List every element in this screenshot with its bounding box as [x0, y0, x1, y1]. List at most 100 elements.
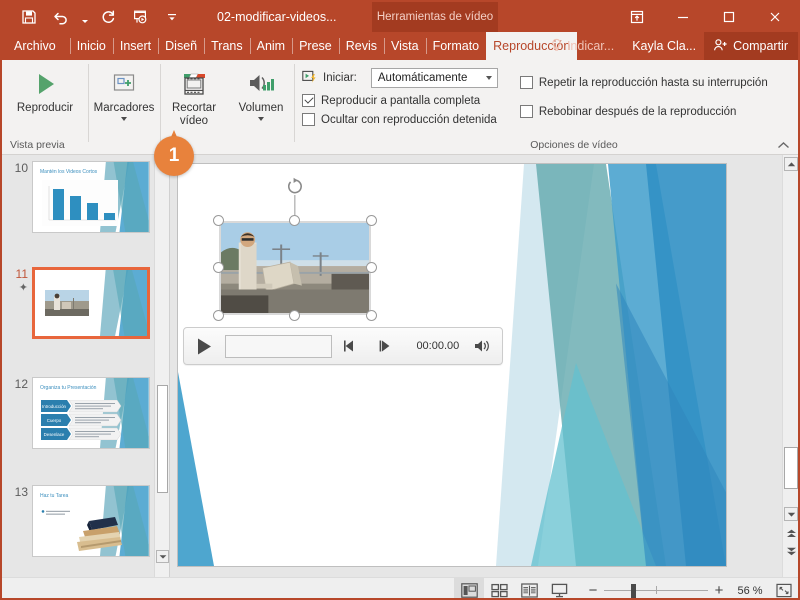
person-add-icon: [713, 38, 728, 55]
tab-archivo[interactable]: Archivo: [2, 32, 70, 60]
zoom-out-button[interactable]: −: [582, 578, 604, 598]
loop-checkbox[interactable]: [519, 76, 533, 89]
thumbnail-scrollbar[interactable]: [154, 155, 169, 577]
rewind-checkbox[interactable]: [519, 105, 533, 118]
reading-view-button[interactable]: [514, 578, 544, 598]
document-title: 02-modificar-videos...: [217, 10, 337, 24]
resize-handle-bl[interactable]: [213, 310, 224, 321]
undo-dropdown-icon[interactable]: [78, 5, 91, 29]
resize-handle-br[interactable]: [366, 310, 377, 321]
slide-decoration: [99, 270, 147, 336]
slide-thumbnail-pane[interactable]: 10 Mantén los Videos Cortos 11 ✦ 12 Orga…: [2, 155, 170, 577]
hide-when-stopped-checkbox[interactable]: [302, 113, 315, 126]
slideshow-button[interactable]: [544, 578, 574, 598]
close-icon[interactable]: [752, 2, 798, 32]
video-thumbnail-frame[interactable]: [219, 221, 371, 315]
resize-handle-tc[interactable]: [289, 215, 300, 226]
tab-diseno[interactable]: Diseñ: [158, 32, 204, 60]
bookmarks-button[interactable]: Marcadores: [88, 60, 160, 121]
slide-vertical-scrollbar[interactable]: [782, 155, 798, 577]
media-previous-frame-button[interactable]: [332, 339, 368, 353]
tab-vista[interactable]: Vista: [384, 32, 426, 60]
svg-text:Cuerpo: Cuerpo: [47, 418, 62, 423]
fullscreen-label: Reproducir a pantalla completa: [321, 94, 481, 107]
fullscreen-checkbox[interactable]: [302, 94, 315, 107]
zoom-slider-midpoint: [656, 586, 657, 594]
customize-qat-icon[interactable]: [157, 5, 187, 29]
redo-icon[interactable]: [93, 5, 123, 29]
start-slideshow-icon[interactable]: [125, 5, 155, 29]
scroll-up-button[interactable]: [784, 157, 798, 171]
rewind-label: Rebobinar después de la reproducción: [538, 105, 737, 118]
zoom-percentage[interactable]: 56 %: [730, 585, 770, 597]
save-icon[interactable]: [14, 5, 44, 29]
resize-handle-tr[interactable]: [366, 215, 377, 226]
zoom-slider[interactable]: [604, 578, 708, 598]
resize-handle-bc[interactable]: [289, 310, 300, 321]
volume-button[interactable]: Volumen: [228, 60, 294, 121]
media-play-button[interactable]: [184, 337, 225, 356]
undo-icon[interactable]: [46, 5, 76, 29]
fullscreen-checkbox-row[interactable]: Reproducir a pantalla completa: [302, 94, 498, 107]
quick-access-toolbar: [2, 5, 187, 29]
maximize-icon[interactable]: [706, 2, 752, 32]
share-button[interactable]: Compartir: [704, 32, 798, 60]
account-name[interactable]: Kayla Cla...: [624, 39, 704, 53]
ribbon-group-opciones-video: Iniciar: Automáticamente Reproducir a pa…: [294, 60, 798, 154]
resize-handle-ml[interactable]: [213, 262, 224, 273]
thumbnail-slide-12[interactable]: 12 Organiza tu Presentación Introducción…: [6, 377, 150, 449]
tab-animaciones[interactable]: Anim: [249, 32, 292, 60]
resize-handle-tl[interactable]: [213, 215, 224, 226]
minimize-icon[interactable]: [660, 2, 706, 32]
scrollbar-thumb[interactable]: [784, 447, 798, 489]
thumbnail-frame[interactable]: [32, 267, 150, 339]
start-dropdown[interactable]: Automáticamente: [370, 68, 498, 88]
tab-inicio[interactable]: Inicio: [69, 32, 113, 60]
tab-revisar[interactable]: Revis: [338, 32, 384, 60]
animation-star-icon[interactable]: ✦: [19, 281, 32, 294]
thumbnail-slide-10[interactable]: 10 Mantén los Videos Cortos: [6, 161, 150, 233]
play-button[interactable]: Reproducir: [2, 60, 88, 115]
hide-when-stopped-checkbox-row[interactable]: Ocultar con reproducción detenida: [302, 113, 498, 126]
rotate-handle-icon[interactable]: [285, 177, 305, 197]
media-volume-button[interactable]: [466, 338, 502, 354]
normal-view-button[interactable]: [454, 578, 484, 598]
zoom-in-button[interactable]: +: [708, 578, 730, 598]
media-next-frame-button[interactable]: [368, 339, 404, 353]
media-control-bar[interactable]: 00:00.00: [183, 327, 503, 365]
collapse-ribbon-icon[interactable]: [775, 137, 791, 153]
fit-slide-to-window-button[interactable]: [770, 578, 798, 598]
thumbnail-frame[interactable]: Mantén los Videos Cortos: [32, 161, 150, 233]
tab-presentacion[interactable]: Prese: [292, 32, 339, 60]
ribbon-display-options-icon[interactable]: [614, 2, 660, 32]
resize-handle-mr[interactable]: [366, 262, 377, 273]
thumbnail-frame[interactable]: Haz tu Tarea: [32, 485, 150, 557]
thumbnail-scroll-down-button[interactable]: [156, 550, 169, 563]
next-slide-button[interactable]: [784, 545, 798, 558]
current-slide[interactable]: 00:00.00: [177, 163, 727, 567]
chevron-down-icon[interactable]: [258, 117, 264, 121]
chevron-down-icon[interactable]: [121, 117, 127, 121]
tab-formato[interactable]: Formato: [425, 32, 487, 60]
media-progress-track[interactable]: [225, 334, 333, 358]
play-icon: [30, 66, 60, 102]
tab-transiciones[interactable]: Trans: [204, 32, 250, 60]
trim-video-button[interactable]: Recortar vídeo: [160, 60, 228, 128]
scroll-down-button[interactable]: [784, 507, 798, 521]
zoom-slider-knob[interactable]: [631, 584, 636, 598]
thumbnail-frame[interactable]: Organiza tu Presentación Introducción Cu…: [32, 377, 150, 449]
tab-insertar[interactable]: Insert: [112, 32, 158, 60]
media-time-display: 00:00.00: [416, 340, 460, 352]
thumbnail-slide-13[interactable]: 13 Haz tu Tarea: [6, 485, 150, 557]
tell-me-box[interactable]: Indicar...: [540, 38, 624, 55]
previous-slide-button[interactable]: [784, 527, 798, 540]
thumbnail-scrollbar-thumb[interactable]: [157, 385, 168, 493]
rewind-checkbox-row[interactable]: Rebobinar después de la reproducción: [519, 105, 768, 118]
loop-checkbox-row[interactable]: Repetir la reproducción hasta su interru…: [519, 76, 768, 89]
lightbulb-icon: [550, 38, 563, 55]
window-controls: [614, 2, 798, 32]
slide-sorter-button[interactable]: [484, 578, 514, 598]
callout-number: 1: [154, 136, 194, 176]
thumbnail-slide-11[interactable]: 11 ✦: [6, 267, 150, 339]
video-object[interactable]: [213, 177, 377, 321]
